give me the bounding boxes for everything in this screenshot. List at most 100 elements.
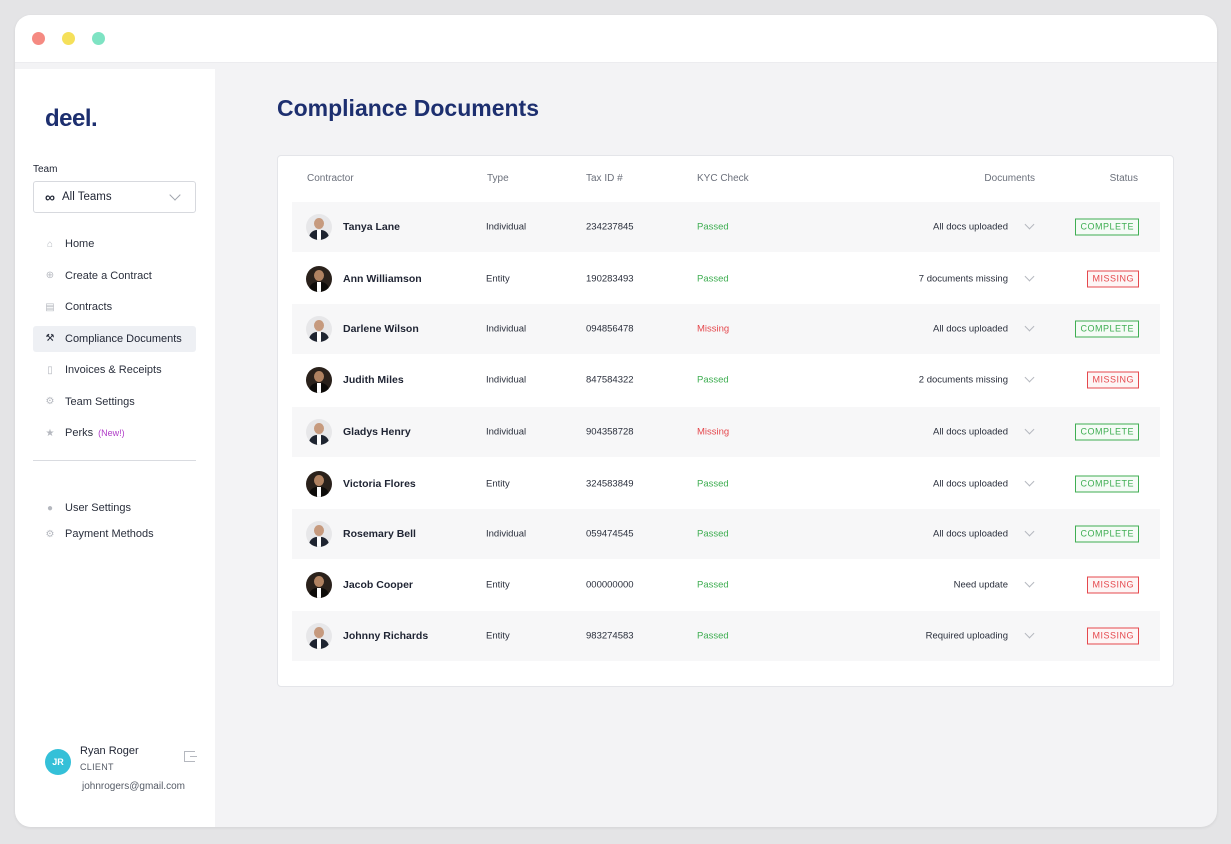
receipt-icon: ▯: [47, 364, 53, 376]
chevron-down-icon[interactable]: [1024, 577, 1035, 588]
table-row[interactable]: Jacob Cooper Entity 000000000 Passed Need up…: [292, 560, 1160, 610]
documents-summary: All docs uploaded: [933, 221, 1008, 233]
contractor-type: Entity: [486, 478, 510, 490]
status-badge: MISSING: [1087, 576, 1139, 594]
tax-id: 190283493: [586, 273, 634, 285]
kyc-status: Passed: [697, 273, 729, 285]
contractor-type: Entity: [486, 579, 510, 591]
chevron-down-icon[interactable]: [1024, 271, 1035, 282]
table-row[interactable]: Ann Williamson Entity 190283493 Passed 7 doc…: [292, 254, 1160, 304]
sidebar-item-compliance-documents[interactable]: ⚒ Compliance Documents: [33, 325, 196, 352]
documents-summary: Need update: [953, 579, 1008, 591]
profile-role: CLIENT: [80, 762, 114, 772]
profile-email: johnrogers@gmail.com: [82, 781, 185, 792]
table-row[interactable]: Victoria Flores Entity 324583849 Passed All …: [292, 459, 1160, 509]
documents-summary: 2 documents missing: [918, 374, 1008, 386]
status-badge: COMPLETE: [1075, 218, 1139, 236]
table-row[interactable]: Rosemary Bell Individual 059474545 Passed Al…: [292, 509, 1160, 559]
documents-summary: All docs uploaded: [933, 323, 1008, 335]
contractor-name: Ann Williamson: [343, 273, 422, 285]
kyc-status: Passed: [697, 630, 729, 642]
contractor-name: Tanya Lane: [343, 221, 400, 233]
status-badge: COMPLETE: [1075, 475, 1139, 493]
documents-summary: Required uploading: [925, 630, 1008, 642]
contractor-avatar: [306, 367, 332, 393]
contractor-avatar: [306, 521, 332, 547]
contractor-name: Judith Miles: [343, 374, 404, 386]
contractor-name: Jacob Cooper: [343, 579, 414, 591]
chevron-down-icon[interactable]: [1024, 372, 1035, 383]
table-row[interactable]: Darlene Wilson Individual 094856478 Missing…: [292, 304, 1160, 354]
chevron-down-icon[interactable]: [1024, 476, 1035, 487]
column-header-documents[interactable]: Documents: [984, 173, 1035, 184]
column-header-type[interactable]: Type: [487, 173, 509, 184]
sidebar-item-contracts[interactable]: ▤ Contracts: [33, 294, 196, 320]
contractor-avatar: [306, 214, 332, 240]
logout-icon[interactable]: [184, 751, 197, 762]
contractor-name: Darlene Wilson: [343, 323, 419, 335]
sidebar-divider: [33, 460, 196, 461]
contractor-avatar: [306, 419, 332, 445]
contractor-name: Rosemary Bell: [343, 528, 416, 540]
minimize-window-button[interactable]: [62, 32, 75, 45]
documents-summary: All docs uploaded: [933, 528, 1008, 540]
column-header-status[interactable]: Status: [1110, 173, 1138, 184]
table-row[interactable]: Tanya Lane Individual 234237845 Passed All d…: [292, 202, 1160, 252]
team-select[interactable]: ∞ All Teams: [33, 181, 196, 213]
tax-id: 847584322: [586, 374, 634, 386]
sidebar-item-perks[interactable]: ★ Perks (New!): [33, 420, 196, 446]
user-profile: JR Ryan Roger CLIENT johnrogers@gmail.co…: [45, 743, 205, 813]
chevron-down-icon[interactable]: [1024, 628, 1035, 639]
team-select-value: All Teams: [61, 191, 112, 203]
chevron-down-icon[interactable]: [1024, 321, 1035, 332]
sidebar-nav: ⌂ Home ⊕ Create a Contract ▤ Contracts ⚒ Compli…: [33, 231, 196, 452]
sidebar-item-label: User Settings: [65, 502, 132, 514]
sidebar-item-invoices-receipts[interactable]: ▯ Invoices & Receipts: [33, 357, 196, 383]
contractor-type: Individual: [486, 374, 527, 386]
contractor-name: Gladys Henry: [343, 426, 411, 438]
sidebar-item-create-a-contract[interactable]: ⊕ Create a Contract: [33, 263, 196, 289]
chevron-down-icon[interactable]: [1024, 526, 1035, 537]
column-header-contractor[interactable]: Contractor: [307, 173, 354, 184]
contractor-avatar: [306, 316, 332, 342]
gear-icon: ⚙: [45, 396, 55, 407]
profile-name: Ryan Roger: [80, 745, 139, 757]
app-window: deel. Team ∞ All Teams ⌂ Home ⊕ Create a Co…: [15, 15, 1217, 827]
chevron-down-icon[interactable]: [1024, 219, 1035, 230]
deel-logo[interactable]: deel.: [45, 105, 98, 133]
column-header-tax-id[interactable]: Tax ID #: [586, 173, 623, 184]
tax-id: 000000000: [586, 579, 634, 591]
contractor-name: Johnny Richards: [343, 630, 429, 642]
plus-circle-icon: ⊕: [45, 270, 55, 281]
maximize-window-button[interactable]: [92, 32, 105, 45]
compliance-table: Contractor Type Tax ID # KYC Check Docum…: [277, 155, 1174, 687]
close-window-button[interactable]: [32, 32, 45, 45]
tax-id: 983274583: [586, 630, 634, 642]
status-badge: MISSING: [1087, 371, 1139, 389]
contractor-type: Entity: [486, 630, 510, 642]
status-badge: COMPLETE: [1075, 423, 1139, 441]
sidebar-item-user-settings[interactable]: ● User Settings: [33, 495, 196, 521]
sidebar-item-home[interactable]: ⌂ Home: [33, 231, 196, 257]
table-row[interactable]: Gladys Henry Individual 904358728 Missing Al…: [292, 407, 1160, 457]
kyc-status: Missing: [697, 323, 730, 335]
sidebar-item-payment-methods[interactable]: ⚙ Payment Methods: [33, 521, 196, 547]
document-icon: ▤: [45, 301, 55, 313]
user-icon: ●: [46, 502, 54, 514]
contractor-type: Individual: [486, 323, 527, 335]
tax-id: 324583849: [586, 478, 634, 490]
table-row[interactable]: Judith Miles Individual 847584322 Passed 2 d…: [292, 355, 1160, 405]
tax-id: 094856478: [586, 323, 634, 335]
column-header-kyc-check[interactable]: KYC Check: [697, 173, 749, 184]
documents-summary: 7 documents missing: [918, 273, 1008, 285]
sidebar-item-label: Create a Contract: [65, 269, 152, 282]
table-row[interactable]: Johnny Richards Entity 983274583 Passed Requ…: [292, 611, 1160, 661]
documents-summary: All docs uploaded: [933, 478, 1008, 490]
contractor-type: Entity: [486, 273, 510, 285]
kyc-status: Passed: [697, 528, 729, 540]
chevron-down-icon[interactable]: [1024, 424, 1035, 435]
tax-id: 234237845: [586, 221, 634, 233]
sidebar-item-team-settings[interactable]: ⚙ Team Settings: [33, 389, 196, 415]
contractor-avatar: [306, 471, 332, 497]
avatar[interactable]: JR: [45, 749, 71, 775]
